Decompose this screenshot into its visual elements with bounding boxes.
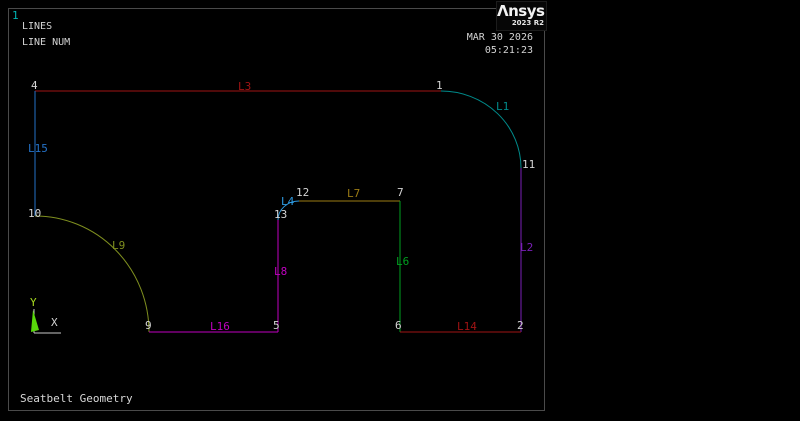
date-label: MAR 30 2026 [467,32,533,43]
line-label-L4: L4 [281,195,295,208]
triad-origin-marker-icon [31,310,39,332]
keypoint-label-2: 2 [517,319,524,332]
line-label-L14: L14 [457,320,477,333]
line-label-L1: L1 [496,100,509,113]
triad-x-label: X [51,316,58,329]
ansys-logo: Λnsys 2023 R2 [496,1,547,31]
window-number: 1 [12,10,19,21]
keypoint-label-11: 11 [522,158,535,171]
line-label-L9: L9 [112,239,125,252]
ansys-logo-version: 2023 R2 [497,19,546,27]
ansys-graphics-screen: L3L1L2L15L9L16L8L4L7L6L14124567910111213… [0,0,800,421]
keypoint-label-6: 6 [395,319,402,332]
line-label-L7: L7 [347,187,360,200]
line-label-L8: L8 [274,265,287,278]
keypoint-label-1: 1 [436,79,443,92]
keypoint-label-12: 12 [296,186,309,199]
plot-title: Seatbelt Geometry [20,393,133,404]
plot-submode-label: LINE NUM [22,37,70,48]
keypoint-label-9: 9 [145,319,152,332]
line-label-L2: L2 [520,241,533,254]
line-L9[interactable] [35,216,149,332]
keypoint-label-4: 4 [31,79,38,92]
line-label-L3: L3 [238,80,251,93]
plot-mode-label: LINES [22,21,52,32]
keypoint-label-5: 5 [273,319,280,332]
line-label-L6: L6 [396,255,409,268]
time-label: 05:21:23 [485,45,533,56]
ansys-logo-brand: Λnsys [497,2,546,19]
keypoint-label-13: 13 [274,208,287,221]
line-label-L16: L16 [210,320,230,333]
keypoint-label-10: 10 [28,207,41,220]
line-label-L15: L15 [28,142,48,155]
keypoint-label-7: 7 [397,186,404,199]
triad-y-label: Y [30,296,37,309]
geometry-plot[interactable]: L3L1L2L15L9L16L8L4L7L6L14124567910111213… [0,0,800,421]
date-time-block: MAR 30 2026 05:21:23 [467,31,533,57]
